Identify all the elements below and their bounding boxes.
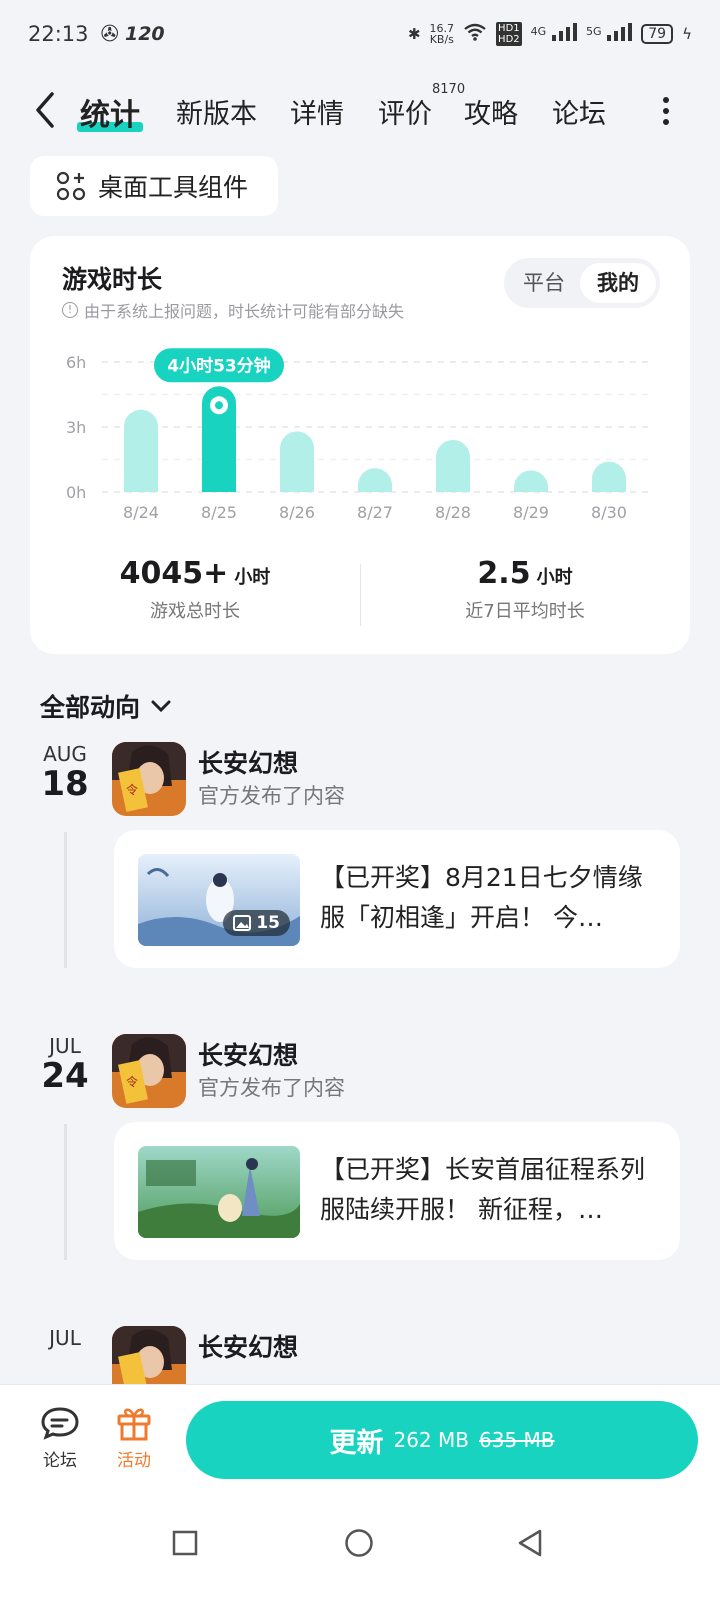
game-name[interactable]: 长安幻想	[198, 744, 298, 780]
feed-post-card[interactable]: 15 【已开奖】8月21日七夕情缘服「初相逢」开启！ 今…	[114, 830, 680, 968]
toggle-platform[interactable]: 平台	[510, 263, 578, 303]
bluetooth-icon: ✱	[407, 25, 421, 43]
y-tick-label: 6h	[66, 353, 86, 372]
battery-level: 79	[641, 24, 674, 44]
tab-new-version[interactable]: 新版本	[176, 92, 257, 131]
x-tick-label: 8/24	[123, 503, 159, 522]
total-play-time: 4045+ 小时 游戏总时长	[119, 556, 271, 622]
network-speed: 16.7 KB/s	[429, 22, 455, 46]
bar	[592, 461, 626, 492]
svg-text:令: 令	[126, 782, 138, 797]
x-tick-label: 8/29	[513, 503, 549, 522]
x-tick-label: 8/30	[591, 503, 627, 522]
x-tick-label: 8/26	[279, 503, 315, 522]
info-icon: !	[62, 302, 78, 318]
post-text: 【已开奖】8月21日七夕情缘服「初相逢」开启！ 今…	[320, 863, 643, 932]
entry-subtitle: 官方发布了内容	[198, 1076, 345, 1100]
x-tick-label: 8/25	[201, 503, 237, 522]
image-icon	[233, 915, 252, 931]
scope-toggle: 平台 我的	[504, 258, 660, 308]
selected-bar-marker-dot	[215, 401, 223, 410]
toggle-mine[interactable]: 我的	[580, 263, 656, 303]
activity-button[interactable]: 活动	[104, 1405, 164, 1471]
gift-icon	[117, 1408, 151, 1441]
data-notice: ! 由于系统上报问题，时长统计可能有部分缺失	[62, 298, 404, 322]
widget-grid-icon	[56, 171, 86, 201]
play-time-title: 游戏时长	[62, 265, 163, 294]
bottom-action-bar: 论坛 活动 更新 262 MB 635 MB	[0, 1384, 720, 1494]
forum-button[interactable]: 论坛	[30, 1405, 90, 1471]
game-avatar[interactable]: 令	[112, 1034, 186, 1108]
play-time-card: 游戏时长 ! 由于系统上报问题，时长统计可能有部分缺失 平台 我的 6h 3h 0h…	[30, 236, 690, 654]
chevron-down-icon	[151, 700, 171, 713]
game-name[interactable]: 长安幻想	[198, 1328, 298, 1364]
tab-details[interactable]: 详情	[290, 92, 344, 131]
bar	[280, 431, 314, 492]
signal-4g: 4G	[531, 23, 577, 45]
clock: 22:13	[28, 22, 89, 46]
wifi-icon	[463, 23, 487, 45]
entry-subtitle: 官方发布了内容	[198, 784, 345, 808]
status-bar: 22:13 ✇ 120 ✱ 16.7 KB/s HD1 HD2 4G 5G 79 ϟ	[0, 0, 720, 68]
feed-filter-dropdown[interactable]: 全部动向	[40, 688, 172, 724]
home-circle-icon[interactable]	[344, 1528, 374, 1558]
signal-5g: 5G	[586, 23, 633, 45]
update-button[interactable]: 更新 262 MB 635 MB	[186, 1401, 698, 1479]
timeline-line	[64, 832, 67, 968]
fan-icon: ✇	[100, 21, 119, 47]
x-tick-label: 8/28	[435, 503, 471, 522]
y-tick-label: 3h	[66, 418, 86, 437]
play-time-chart: 6h 3h 0h 8/24 8/25 4小时53分钟 8/26 8/27 8/28 8/29 8/3…	[66, 348, 648, 522]
back-triangle-icon[interactable]	[516, 1528, 544, 1558]
game-avatar[interactable]: 令	[112, 742, 186, 816]
x-tick-label: 8/27	[357, 503, 393, 522]
entry-date: JUL 24	[41, 1034, 89, 1096]
game-name[interactable]: 长安幻想	[198, 1036, 298, 1072]
bar-tooltip-text: 4小时53分钟	[167, 355, 271, 376]
entry-date: JUL	[49, 1326, 81, 1350]
post-text: 【已开奖】长安首届征程系列服陆续开服！ 新征程，…	[320, 1155, 646, 1224]
reviews-count-badge: 8170	[432, 82, 466, 97]
entry-date: AUG 18	[41, 742, 89, 804]
refresh-rate: 120	[124, 23, 165, 45]
average-play-time: 2.5 小时 近7日平均时长	[465, 556, 585, 622]
post-thumbnail: 15	[138, 854, 300, 946]
summary-divider	[360, 564, 361, 626]
widget-button-label: 桌面工具组件	[98, 173, 249, 202]
more-options-icon[interactable]	[662, 96, 670, 126]
tab-forum[interactable]: 论坛	[552, 92, 606, 131]
bar	[436, 440, 470, 492]
y-tick-label: 0h	[66, 483, 86, 502]
svg-text:令: 令	[126, 1074, 138, 1089]
tab-guides[interactable]: 攻略	[464, 92, 518, 131]
forum-chat-icon	[41, 1407, 79, 1440]
system-nav-bar	[0, 1494, 720, 1600]
timeline-line	[64, 1124, 67, 1260]
image-count-badge: 15	[223, 910, 290, 936]
recents-square-icon[interactable]	[172, 1530, 198, 1556]
post-thumbnail	[138, 1146, 300, 1238]
desktop-widget-button[interactable]: 桌面工具组件	[30, 156, 278, 216]
tab-stats[interactable]: 统计	[77, 90, 143, 134]
hd-badge: HD1 HD2	[496, 22, 522, 46]
bar	[124, 409, 158, 492]
charging-icon: ϟ	[682, 25, 692, 43]
back-arrow-icon[interactable]	[32, 90, 62, 130]
tab-reviews[interactable]: 评价	[378, 92, 432, 131]
feed-post-card[interactable]: 【已开奖】长安首届征程系列服陆续开服！ 新征程，…	[114, 1122, 680, 1260]
bar	[514, 470, 548, 492]
game-avatar[interactable]	[112, 1326, 186, 1384]
top-nav: 统计 新版本 详情 评价 8170 攻略 论坛	[0, 78, 720, 144]
bar	[358, 468, 392, 492]
